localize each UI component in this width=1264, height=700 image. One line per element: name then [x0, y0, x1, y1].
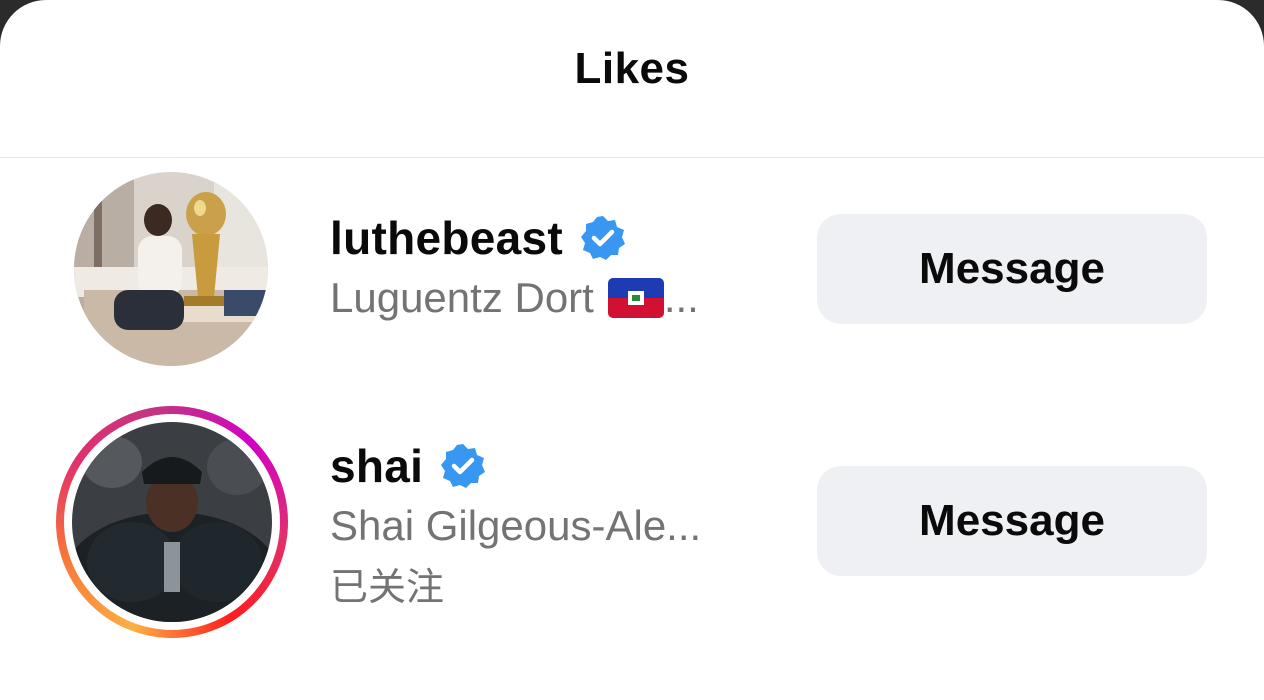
username[interactable]: luthebeast	[330, 211, 563, 265]
story-ring[interactable]	[56, 406, 288, 638]
avatar[interactable]	[74, 172, 268, 366]
list-item[interactable]: luthebeast Luguentz Dort ... Message	[0, 158, 1264, 398]
message-button[interactable]: Message	[817, 214, 1207, 324]
sheet-title: Likes	[574, 43, 690, 93]
avatar-photo-luthebeast	[74, 172, 268, 366]
user-info: shai Shai Gilgeous-Ale... 已关注	[330, 438, 701, 611]
full-name: Shai Gilgeous-Ale...	[330, 502, 702, 549]
avatar-photo-shai	[72, 422, 272, 622]
user-info: luthebeast Luguentz Dort ...	[330, 210, 699, 322]
follow-status: 已关注	[330, 567, 445, 609]
full-name: Luguentz Dort ...	[330, 274, 699, 321]
sheet-header: Likes	[0, 0, 1264, 158]
message-button[interactable]: Message	[817, 466, 1207, 576]
haiti-flag-icon	[607, 278, 664, 318]
list-item[interactable]: shai Shai Gilgeous-Ale... 已关注 Message	[0, 398, 1264, 663]
avatar[interactable]	[72, 422, 272, 622]
likes-sheet: Likes luthebeast Luguentz Dort ... Messa…	[0, 0, 1264, 700]
username[interactable]: shai	[330, 439, 423, 493]
verified-badge-icon	[579, 214, 627, 262]
verified-badge-icon	[439, 442, 487, 490]
